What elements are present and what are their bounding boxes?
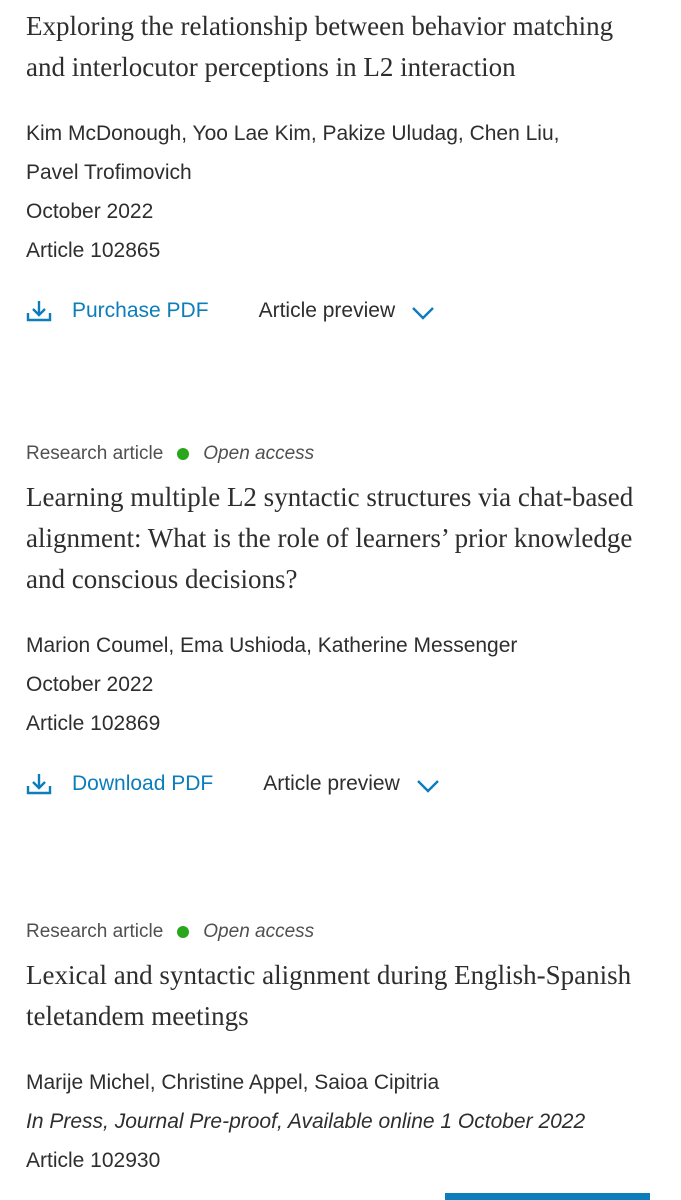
article-title[interactable]: Learning multiple L2 syntactic structure… [26, 477, 641, 600]
article-authors: Marije Michel, Christine Appel, Saioa Ci… [26, 1071, 440, 1094]
article-meta: Research article Open access [26, 919, 641, 945]
article-type-label: Research article [26, 921, 164, 942]
article-number: Article 102865 [26, 239, 161, 262]
article-authors-continued: Pavel Trofimovich [26, 161, 192, 184]
download-icon [26, 301, 52, 322]
pdf-link-label: Purchase PDF [72, 299, 209, 322]
article-meta: Research article Open access [26, 441, 641, 467]
preview-label: Article preview [263, 772, 400, 795]
article-number: Article 102869 [26, 712, 161, 735]
bottom-action-bar[interactable] [445, 1193, 650, 1200]
download-icon [26, 774, 52, 795]
open-access-dot-icon [177, 926, 190, 938]
article-preview-toggle[interactable]: Article preview [263, 772, 440, 796]
open-access-dot-icon [177, 448, 190, 460]
download-pdf-link[interactable]: Download PDF [26, 772, 213, 796]
open-access-label: Open access [203, 443, 315, 464]
preview-label: Article preview [258, 299, 396, 322]
article-authors: Marion Coumel, Ema Ushioda, Katherine Me… [26, 634, 518, 657]
article-preview-toggle[interactable]: Article preview [259, 299, 436, 323]
article-item: Research article Open access Learning mu… [26, 441, 641, 801]
article-title[interactable]: Lexical and syntactic alignment during E… [26, 955, 641, 1037]
open-access-label: Open access [203, 921, 315, 942]
article-date: In Press, Journal Pre-proof, Available o… [26, 1110, 586, 1133]
purchase-pdf-link[interactable]: Purchase PDF [26, 299, 209, 323]
article-number: Article 102930 [26, 1149, 161, 1172]
article-item: Research article Open access Lexical and… [26, 919, 641, 1180]
article-actions: Purchase PDF Article preview [26, 294, 641, 328]
article-actions: Download PDF Article preview [26, 767, 641, 801]
article-authors: Kim McDonough, Yoo Lae Kim, Pakize Uluda… [26, 122, 560, 145]
chevron-down-icon [416, 780, 439, 793]
article-title[interactable]: Exploring the relationship between behav… [26, 6, 641, 88]
article-date: October 2022 [26, 673, 154, 696]
article-date: October 2022 [26, 200, 154, 223]
pdf-link-label: Download PDF [72, 772, 214, 795]
article-item: Exploring the relationship between behav… [26, 6, 641, 328]
chevron-down-icon [412, 307, 434, 320]
article-type-label: Research article [26, 443, 164, 464]
